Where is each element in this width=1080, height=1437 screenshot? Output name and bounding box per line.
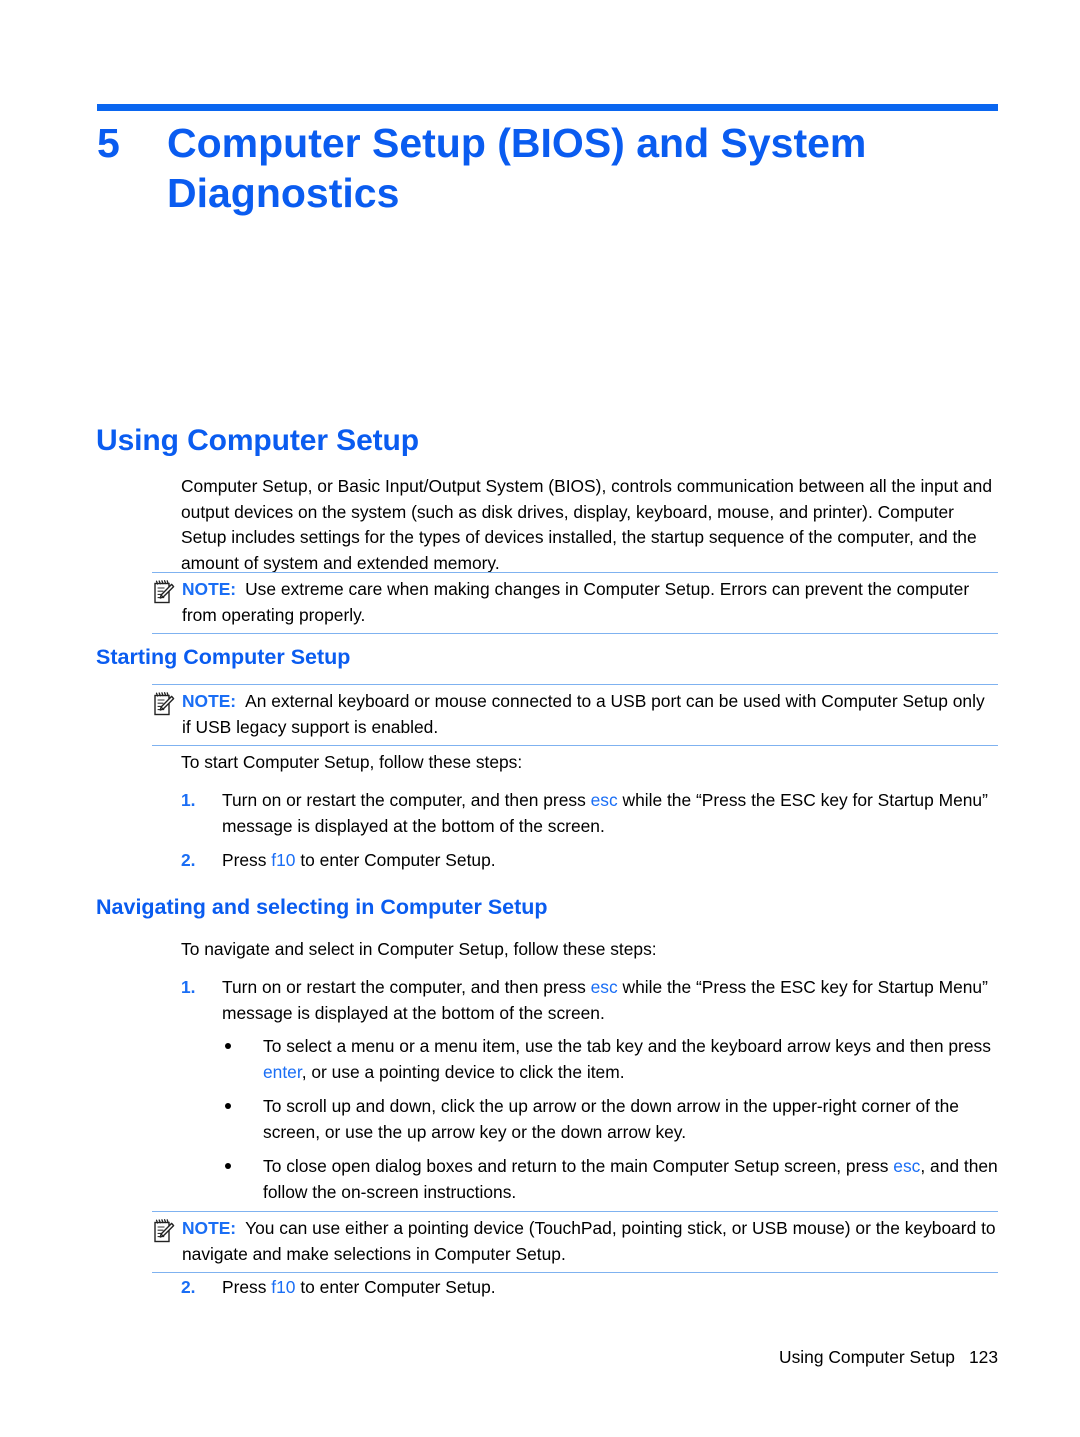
step-number: 2. <box>181 1277 196 1297</box>
note-body-2: NOTE: An external keyboard or mouse conne… <box>152 689 998 740</box>
bullet-text-a: To close open dialog boxes and return to… <box>263 1156 894 1176</box>
bullet-text-b: , or use a pointing device to click the … <box>301 1061 625 1082</box>
intro-paragraph: Computer Setup, or Basic Input/Output Sy… <box>181 476 992 573</box>
key-name: enter <box>263 1061 302 1082</box>
page-footer: Using Computer Setup 123 <box>0 1347 998 1368</box>
note-box-3: NOTE: You can use either a pointing devic… <box>152 1211 998 1273</box>
heading-navigating-and-selecting: Navigating and selecting in Computer Set… <box>96 895 548 919</box>
bullet-text-a: To scroll up and down, click the up arro… <box>263 1096 959 1142</box>
list-item: 1. Turn on or restart the computer, and t… <box>181 975 998 1026</box>
note-box-1: NOTE: Use extreme care when making change… <box>152 572 998 634</box>
heading-using-computer-setup: Using Computer Setup <box>96 424 420 457</box>
document-page: 5 Computer Setup (BIOS) and System Diagn… <box>0 0 1080 1437</box>
note-label-3: NOTE: <box>182 1218 237 1238</box>
navigating-bullets: To select a menu or a menu item, use the… <box>224 1034 998 1205</box>
note-body-1: NOTE: Use extreme care when making change… <box>152 577 998 628</box>
starting-steps-list: 1. Turn on or restart the computer, and t… <box>181 788 998 874</box>
chapter-rule <box>97 104 998 111</box>
chapter-heading: 5 Computer Setup (BIOS) and System Diagn… <box>97 118 1002 218</box>
bullet-icon <box>225 1043 231 1049</box>
note-label-1: NOTE: <box>182 579 237 599</box>
bullet-icon <box>225 1103 231 1109</box>
list-item: 2. Press f10 to enter Computer Setup. <box>181 1275 998 1301</box>
note-text-3: You can use either a pointing device (To… <box>182 1218 996 1264</box>
chapter-number: 5 <box>97 120 120 166</box>
footer-page-number: 123 <box>968 1347 998 1367</box>
heading-starting-computer-setup: Starting Computer Setup <box>96 645 351 669</box>
key-name: esc <box>590 977 618 997</box>
step-text-a: Press <box>222 850 272 870</box>
key-name: esc <box>893 1156 921 1176</box>
step-text-a: Turn on or restart the computer, and the… <box>222 790 591 810</box>
step-number: 1. <box>181 790 196 810</box>
note-box-2: NOTE: An external keyboard or mouse conne… <box>152 684 998 746</box>
starting-lead-in: To start Computer Setup, follow these st… <box>181 752 523 772</box>
navigating-step-2: 2. Press f10 to enter Computer Setup. <box>181 1275 998 1301</box>
step-text-b: to enter Computer Setup. <box>295 850 496 870</box>
step-text-b: to enter Computer Setup. <box>295 1277 496 1297</box>
footer-running-head: Using Computer Setup <box>779 1347 955 1367</box>
step-number: 1. <box>181 977 196 997</box>
bullet-text-a: To select a menu or a menu item, use the… <box>263 1036 991 1056</box>
navigating-lead-in: To navigate and select in Computer Setup… <box>181 939 657 959</box>
note-label-2: NOTE: <box>182 691 237 711</box>
step-text-a: Press <box>222 1277 272 1297</box>
key-name: f10 <box>271 850 296 870</box>
key-name: esc <box>590 790 618 810</box>
notepad-pencil-icon <box>152 691 176 717</box>
key-name: f10 <box>271 1277 296 1297</box>
navigating-step-1: 1. Turn on or restart the computer, and t… <box>181 975 998 1026</box>
bullet-icon <box>225 1163 231 1169</box>
list-item: 2. Press f10 to enter Computer Setup. <box>181 848 998 874</box>
list-item: To close open dialog boxes and return to… <box>224 1154 998 1205</box>
chapter-title: Computer Setup (BIOS) and System Diagnos… <box>167 120 867 217</box>
note-text-1: Use extreme care when making changes in … <box>182 579 970 625</box>
step-number: 2. <box>181 850 196 870</box>
list-item: To select a menu or a menu item, use the… <box>224 1034 998 1085</box>
notepad-pencil-icon <box>152 1218 176 1244</box>
list-item: To scroll up and down, click the up arro… <box>224 1094 998 1145</box>
note-text-2: An external keyboard or mouse connected … <box>182 691 985 737</box>
step-text-a: Turn on or restart the computer, and the… <box>222 977 591 997</box>
notepad-pencil-icon <box>152 579 176 605</box>
list-item: 1. Turn on or restart the computer, and t… <box>181 788 998 839</box>
note-body-3: NOTE: You can use either a pointing devic… <box>152 1216 998 1267</box>
